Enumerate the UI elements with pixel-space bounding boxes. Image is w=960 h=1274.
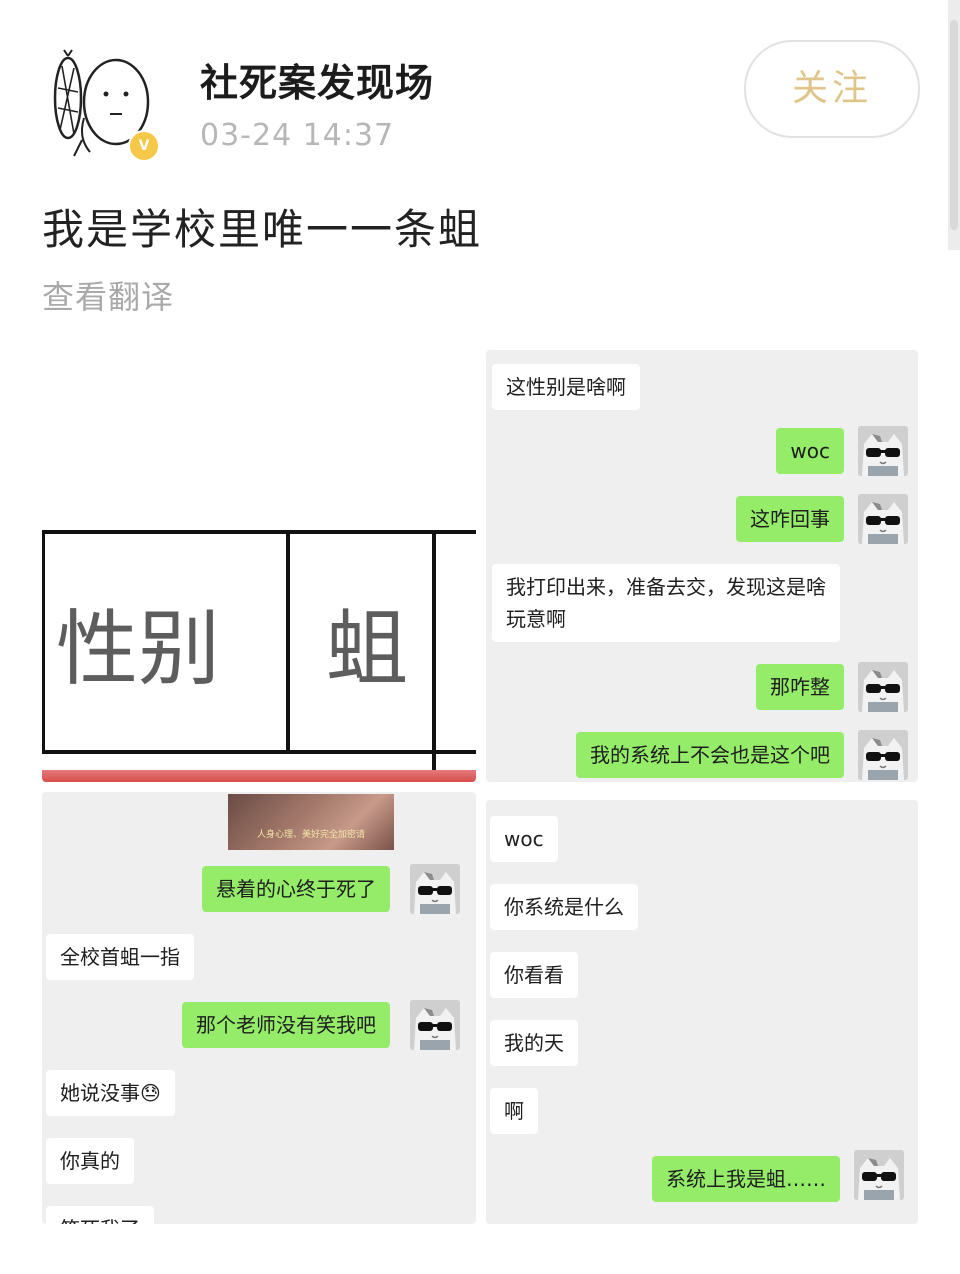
cat-with-sunglasses-avatar-icon [854, 1150, 904, 1200]
post-text: 我是学校里唯一一条蛆 [42, 205, 483, 254]
post-image-chat-1[interactable]: 这性别是啥啊 woc 这咋回事 我打印出来，准备去交，发现这是啥玩意啊 那咋整 … [486, 350, 918, 782]
red-bar [42, 770, 476, 782]
cat-with-sunglasses-avatar-icon [858, 662, 908, 712]
chat-message: 悬着的心终于死了 [202, 866, 390, 912]
form-line [42, 530, 476, 534]
chat-message: 你看看 [490, 952, 578, 998]
chat-message: 我打印出来，准备去交，发现这是啥玩意啊 [492, 564, 840, 642]
chat-message: 她说没事😓 [46, 1070, 175, 1116]
chat-message: 我的系统上不会也是这个吧 [576, 732, 844, 778]
view-translation-link[interactable]: 查看翻译 [42, 272, 174, 318]
form-value: 蛆 [326, 602, 409, 697]
page-scrollbar[interactable] [948, 0, 960, 250]
post-image-form[interactable]: 性别 蛆 [42, 350, 476, 782]
cat-with-sunglasses-avatar-icon [410, 864, 460, 914]
follow-button[interactable]: 关注 [744, 40, 920, 138]
form-label-gender: 性别 [56, 602, 221, 697]
chat-message: 啊 [490, 1088, 538, 1134]
video-thumbnail[interactable]: 人身心理、美好完全加密请 [228, 794, 394, 850]
post-image-chat-2[interactable]: 人身心理、美好完全加密请 悬着的心终于死了 全校首蛆一指 那个老师没有笑我吧 她… [42, 792, 476, 1224]
chat-message: woc [490, 816, 558, 862]
post-timestamp: 03-24 14:37 [200, 118, 395, 153]
form-line [42, 750, 476, 754]
form-line [42, 530, 45, 754]
chat-message: 我的天 [490, 1020, 578, 1066]
form-line [286, 530, 290, 754]
cat-with-sunglasses-avatar-icon [858, 426, 908, 476]
chat-message: 那个老师没有笑我吧 [182, 1002, 390, 1048]
post-image-chat-3[interactable]: woc 你系统是什么 你看看 我的天 啊 系统上我是蛆…… [486, 800, 918, 1224]
chat-message: 这咋回事 [736, 496, 844, 542]
chat-message: woc [776, 428, 844, 474]
video-caption: 人身心理、美好完全加密请 [256, 830, 365, 840]
chat-message: 那咋整 [756, 664, 844, 710]
form-line [432, 530, 436, 782]
chat-message: 你系统是什么 [490, 884, 638, 930]
cat-with-sunglasses-avatar-icon [410, 1000, 460, 1050]
cat-with-sunglasses-avatar-icon [858, 494, 908, 544]
chat-message: 你真的 [46, 1138, 134, 1184]
chat-message: 系统上我是蛆…… [652, 1156, 840, 1202]
chat-message: 笑死我了 [46, 1206, 154, 1224]
verified-badge-icon: V [128, 130, 160, 162]
username[interactable]: 社死案发现场 [200, 52, 434, 107]
cat-with-sunglasses-avatar-icon [858, 730, 908, 780]
chat-message: 全校首蛆一指 [46, 934, 194, 980]
scrollbar-thumb[interactable] [950, 20, 958, 230]
chat-message: 这性别是啥啊 [492, 364, 640, 410]
